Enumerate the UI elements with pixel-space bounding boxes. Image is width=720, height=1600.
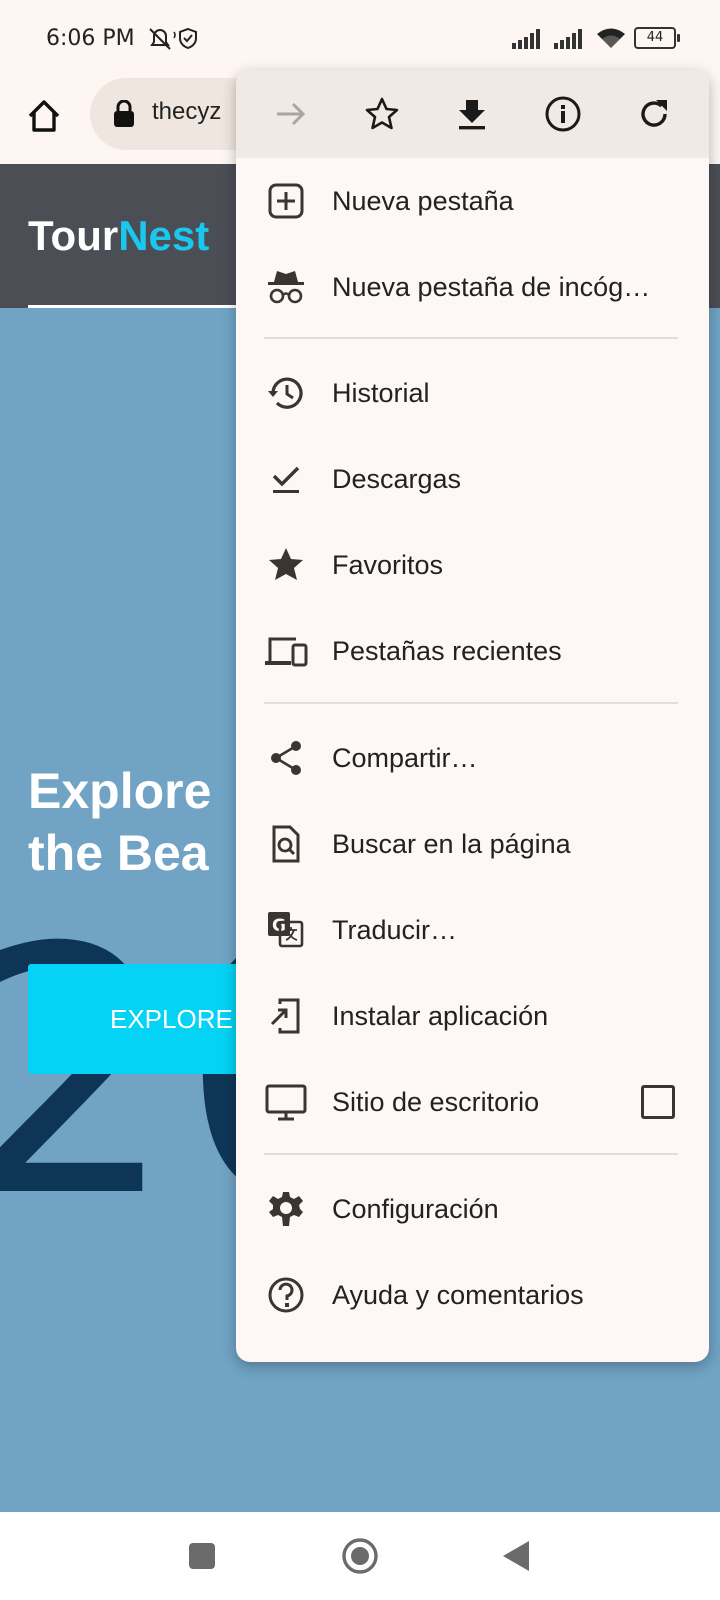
lock-icon bbox=[112, 99, 136, 133]
menu-item-bookmarks[interactable]: Favoritos bbox=[236, 522, 709, 608]
recent-apps-button[interactable] bbox=[180, 1534, 224, 1578]
refresh-icon bbox=[641, 100, 667, 127]
hero-line-2: the Bea bbox=[28, 825, 209, 881]
find-in-page-icon bbox=[264, 822, 308, 866]
mute-notification-icon bbox=[149, 27, 197, 50]
url-text: thecyz bbox=[152, 98, 222, 125]
download-icon bbox=[459, 100, 486, 130]
back-triangle-icon bbox=[503, 1541, 529, 1571]
menu-item-label: Configuración bbox=[332, 1193, 499, 1224]
desktop-site-checkbox[interactable] bbox=[641, 1085, 675, 1119]
menu-item-downloads[interactable]: Descargas bbox=[236, 436, 709, 522]
menu-item-label: Descargas bbox=[332, 463, 462, 494]
bookmark-star-icon bbox=[365, 97, 399, 130]
home-icon bbox=[28, 100, 60, 132]
star-icon bbox=[264, 543, 308, 587]
menu-item-label: Nueva pestaña de incóg… bbox=[332, 271, 651, 302]
status-left-icons bbox=[148, 26, 204, 57]
battery-indicator: 44 bbox=[634, 27, 680, 49]
menu-divider bbox=[264, 1153, 678, 1155]
new-tab-icon bbox=[264, 179, 308, 223]
status-time: 6:06 PM bbox=[46, 26, 135, 51]
menu-item-translate[interactable]: G Traducir… bbox=[236, 887, 709, 973]
help-icon bbox=[264, 1273, 308, 1317]
menu-item-incognito-tab[interactable]: Nueva pestaña de incóg… bbox=[236, 244, 709, 330]
menu-item-label: Traducir… bbox=[332, 914, 458, 945]
status-bar: 6:06 PM 44 bbox=[0, 0, 720, 78]
menu-action-row bbox=[236, 70, 709, 158]
menu-item-label: Ayuda y comentarios bbox=[332, 1279, 584, 1310]
refresh-button[interactable] bbox=[630, 90, 678, 138]
signal-icon-2 bbox=[554, 29, 582, 49]
menu-item-new-tab[interactable]: Nueva pestaña bbox=[236, 158, 709, 244]
menu-item-label: Sitio de escritorio bbox=[332, 1086, 540, 1117]
menu-item-share[interactable]: Compartir… bbox=[236, 715, 709, 801]
devices-icon bbox=[264, 629, 308, 673]
hero-title: Explore the Bea bbox=[28, 760, 211, 884]
translate-icon: G bbox=[264, 908, 308, 952]
incognito-icon bbox=[264, 265, 308, 309]
menu-item-desktop-site[interactable]: Sitio de escritorio bbox=[236, 1059, 709, 1145]
forward-icon bbox=[277, 102, 306, 126]
menu-item-history[interactable]: Historial bbox=[236, 350, 709, 436]
menu-item-label: Favoritos bbox=[332, 549, 444, 580]
home-nav-button[interactable] bbox=[338, 1534, 382, 1578]
history-icon bbox=[264, 371, 308, 415]
logo-text-nest: Nest bbox=[118, 212, 210, 259]
install-app-icon bbox=[264, 994, 308, 1038]
menu-item-install-app[interactable]: Instalar aplicación bbox=[236, 973, 709, 1059]
menu-item-settings[interactable]: Configuración bbox=[236, 1166, 709, 1252]
recent-apps-icon bbox=[189, 1543, 215, 1569]
hero-line-1: Explore bbox=[28, 763, 212, 819]
download-page-button[interactable] bbox=[448, 90, 496, 138]
home-circle-icon bbox=[342, 1538, 378, 1574]
menu-divider bbox=[264, 337, 678, 339]
menu-item-label: Nueva pestaña bbox=[332, 185, 514, 216]
logo-text-tour: Tour bbox=[28, 212, 119, 259]
browser-overflow-menu: Nueva pestaña Nueva pestaña de incóg… Hi… bbox=[236, 70, 709, 1362]
info-icon bbox=[545, 96, 581, 132]
menu-item-label: Historial bbox=[332, 377, 430, 408]
bookmark-button[interactable] bbox=[358, 90, 406, 138]
forward-button[interactable] bbox=[267, 90, 315, 138]
menu-item-label: Instalar aplicación bbox=[332, 1000, 549, 1031]
share-icon bbox=[264, 736, 308, 780]
menu-item-label: Compartir… bbox=[332, 742, 478, 773]
gear-icon bbox=[264, 1187, 308, 1231]
menu-item-label: Buscar en la página bbox=[332, 828, 571, 859]
downloads-icon bbox=[264, 457, 308, 501]
status-right-icons: 44 bbox=[512, 26, 680, 50]
site-logo[interactable]: TourNest bbox=[28, 212, 209, 260]
menu-divider bbox=[264, 702, 678, 704]
wifi-icon bbox=[597, 28, 625, 48]
page-info-button[interactable] bbox=[539, 90, 587, 138]
signal-icon bbox=[512, 29, 540, 49]
desktop-icon bbox=[264, 1080, 308, 1124]
home-button[interactable] bbox=[22, 94, 66, 138]
back-button[interactable] bbox=[494, 1534, 538, 1578]
system-navigation-bar bbox=[0, 1512, 720, 1600]
menu-item-help-feedback[interactable]: Ayuda y comentarios bbox=[236, 1252, 709, 1338]
menu-item-label: Pestañas recientes bbox=[332, 635, 562, 666]
logo-underline bbox=[28, 305, 238, 308]
menu-item-recent-tabs[interactable]: Pestañas recientes bbox=[236, 608, 709, 694]
menu-item-find-in-page[interactable]: Buscar en la página bbox=[236, 801, 709, 887]
